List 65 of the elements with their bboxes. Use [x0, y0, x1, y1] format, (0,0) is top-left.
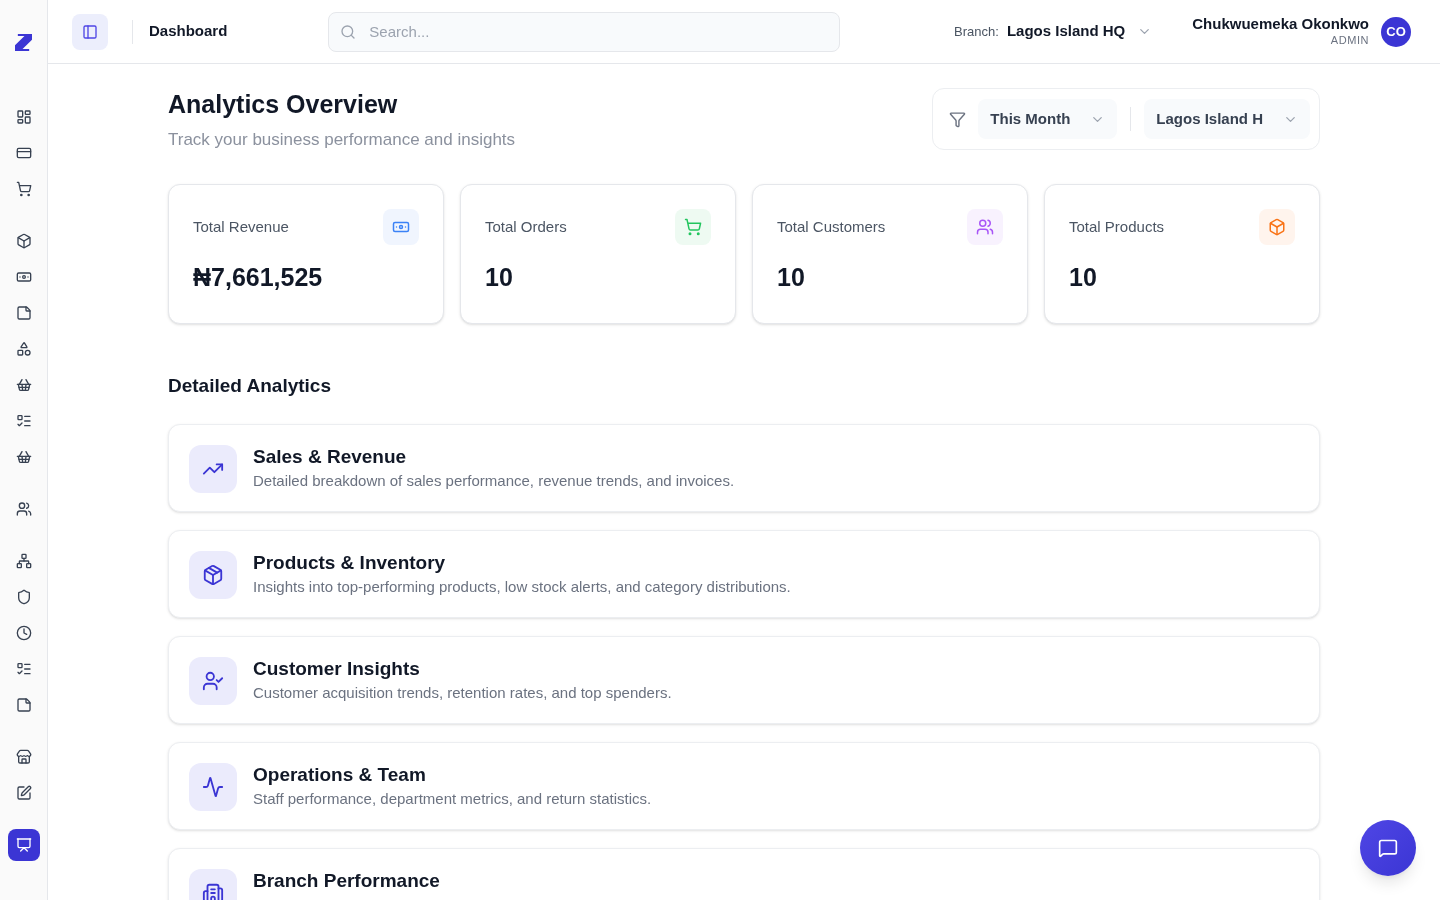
page-subtitle: Track your business performance and insights: [168, 129, 516, 151]
panel-icon: [82, 23, 98, 40]
analytics-card[interactable]: Sales & Revenue Detailed breakdown of sales performance, revenue trends, and invoices.: [168, 424, 1320, 512]
sidebar-item[interactable]: [7, 829, 40, 861]
users-icon: [15, 501, 32, 517]
stat-label: Total Products: [1069, 216, 1165, 237]
package-icon: [189, 551, 237, 599]
stat-value: 10: [1069, 262, 1097, 293]
note-icon: [15, 305, 32, 321]
search-field[interactable]: Search...: [328, 11, 841, 52]
analytics-description: Detailed breakdown of sales performance, revenue trends, and invoices.: [253, 471, 735, 491]
presentation-icon: [15, 837, 32, 853]
banknote-icon: [15, 269, 32, 285]
stat-value: 10: [485, 262, 513, 293]
basket-icon: [15, 377, 32, 393]
branch-dropdown[interactable]: Lagos Island HQ: [1006, 20, 1153, 43]
analytics-description: Insights into top-performing products, low stock alerts, and category distributions.: [253, 577, 791, 597]
search-icon: [340, 23, 357, 40]
analytics-description: Customer acquisition trends, retention rates, and top spenders.: [253, 683, 672, 703]
filter-icon: [949, 110, 967, 128]
chat-button[interactable]: [1360, 820, 1416, 876]
clock-icon: [15, 625, 32, 641]
user-role: ADMIN: [1330, 34, 1369, 48]
analytics-description: Staff performance, department metrics, and return statistics.: [253, 789, 652, 809]
cube-icon: [15, 233, 32, 249]
store-icon: [15, 749, 32, 765]
edit-icon: [15, 785, 32, 801]
shapes-icon: [15, 341, 32, 357]
analytics-card[interactable]: Branch Performance: [168, 848, 1320, 900]
stat-value: ₦7,661,525: [193, 262, 323, 293]
checklist-icon: [15, 413, 32, 429]
sidebar-toggle-button[interactable]: [72, 13, 108, 50]
shield-icon: [15, 589, 32, 605]
chat-icon: [1378, 838, 1398, 858]
page-breadcrumb: Dashboard: [149, 21, 228, 42]
pulse-icon: [189, 763, 237, 811]
stat-label: Total Customers: [777, 216, 886, 237]
analytics-card[interactable]: Products & Inventory Insights into top-performing products, low stock alerts, and category distributions.: [168, 530, 1320, 618]
network-icon: [15, 553, 32, 569]
branch-label: Branch:: [954, 22, 999, 41]
filter-select[interactable]: This Month: [978, 99, 1118, 139]
stat-value: 10: [777, 262, 805, 293]
analytics-card[interactable]: Operations & Team Staff performance, department metrics, and return statistics.: [168, 742, 1320, 830]
analytics-card[interactable]: Customer Insights Customer acquisition trends, retention rates, and top spenders.: [168, 636, 1320, 724]
page-title: Analytics Overview: [168, 89, 399, 120]
user-avatar[interactable]: CO: [1381, 16, 1411, 47]
analytics-title: Customer Insights: [253, 657, 421, 681]
analytics-title: Branch Performance: [253, 869, 440, 893]
dashboard-icon: [15, 109, 32, 125]
stat-label: Total Revenue: [193, 216, 289, 237]
logo-icon: [15, 34, 32, 51]
card-icon: [15, 145, 32, 161]
stat-label: Total Orders: [485, 216, 567, 237]
analytics-title: Sales & Revenue: [253, 445, 408, 469]
trend-up-icon: [189, 445, 237, 493]
filter-select[interactable]: Lagos Island H: [1144, 99, 1310, 139]
user-name: Chukwuemeka Okonkwo: [1192, 15, 1369, 34]
note-icon: [15, 697, 32, 713]
analytics-title: Products & Inventory: [253, 551, 447, 575]
analytics-title: Operations & Team: [253, 763, 427, 787]
user-check-icon: [189, 657, 237, 705]
basket-icon: [15, 449, 32, 465]
cart-icon: [15, 181, 32, 197]
section-title: Detailed Analytics: [168, 374, 331, 398]
checklist-icon: [15, 661, 32, 677]
